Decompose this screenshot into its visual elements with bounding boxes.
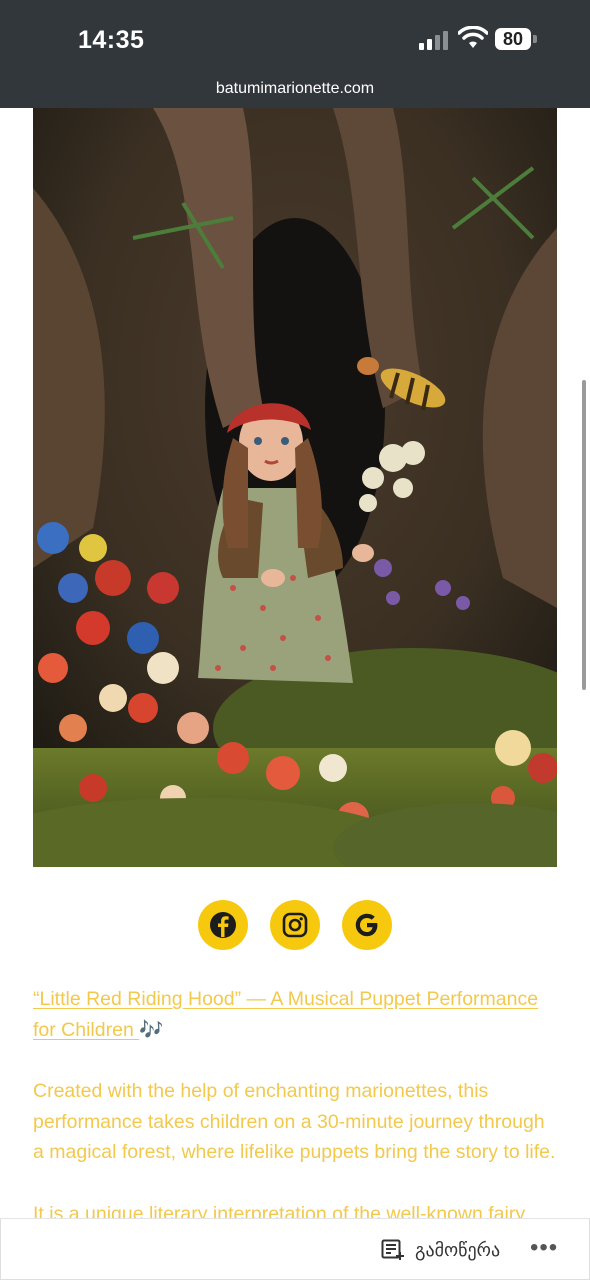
- marionette-photo: [33, 108, 557, 867]
- google-button[interactable]: [342, 900, 392, 950]
- cellular-signal-icon: [419, 31, 448, 50]
- wifi-icon: [458, 26, 488, 48]
- status-bar: 14:35 80 batumimarionette.com: [0, 0, 590, 108]
- address-bar-url[interactable]: batumimarionette.com: [0, 80, 590, 98]
- music-notes-emoji: 🎶: [139, 1018, 164, 1041]
- performance-title-link[interactable]: “Little Red Riding Hood” — A Musical Pup…: [33, 988, 538, 1041]
- scrollbar[interactable]: [582, 380, 586, 690]
- google-icon: [355, 913, 378, 937]
- reader-subscribe-icon: [381, 1239, 404, 1260]
- battery-indicator: 80: [495, 28, 531, 50]
- toolbar-frame: [0, 1219, 590, 1280]
- instagram-button[interactable]: [270, 900, 320, 950]
- battery-cap: [533, 35, 537, 43]
- facebook-button[interactable]: [198, 900, 248, 950]
- article-paragraph: Created with the help of enchanting mari…: [33, 1080, 556, 1163]
- subscribe-label: გამოწერა: [415, 1239, 501, 1260]
- subscribe-button[interactable]: გამოწერა: [381, 1237, 500, 1263]
- article-title: “Little Red Riding Hood” — A Musical Pup…: [33, 984, 557, 1045]
- social-links: [0, 900, 590, 950]
- more-options-button[interactable]: •••: [530, 1236, 558, 1260]
- clock: 14:35: [78, 26, 145, 54]
- bottom-toolbar: გამოწერა •••: [0, 1218, 590, 1281]
- hero-photo: [33, 108, 557, 867]
- facebook-icon: [210, 912, 236, 938]
- instagram-icon: [282, 912, 308, 938]
